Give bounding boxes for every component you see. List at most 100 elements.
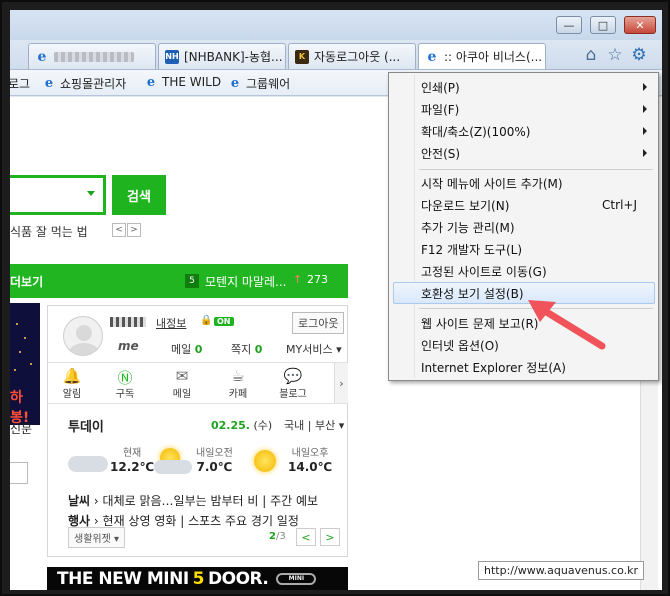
mini-logo: MINI <box>276 572 317 585</box>
ie-icon: e <box>37 48 47 65</box>
next-suggestion-button[interactable]: > <box>127 223 141 237</box>
side-label[interactable]: 신문 <box>10 420 32 437</box>
service-subscribe[interactable]: Ⓝ 구독 <box>105 367 145 400</box>
tab-bar: e NH [NHBANK]-농협... K 자동로그아웃 (... e :: 아… <box>10 40 662 70</box>
menu-item-about[interactable]: Internet Explorer 정보(A) <box>393 356 655 378</box>
today-date: 02.25. (수) <box>211 419 273 432</box>
service-blog[interactable]: 💬 블로그 <box>273 367 313 400</box>
ie-icon: e <box>427 48 437 65</box>
submenu-arrow-icon <box>643 149 647 157</box>
mail-stat[interactable]: 메일 0 <box>171 341 202 357</box>
page-indicator: 2/3 <box>269 531 286 542</box>
menu-item-safety[interactable]: 안전(S) <box>393 142 655 164</box>
region-select[interactable]: 국내 | 부산 ▾ <box>284 417 344 433</box>
ad-text-door: DOOR. <box>208 568 269 589</box>
tab-title-blurred <box>54 51 134 62</box>
rank-badge: 5 <box>185 274 199 288</box>
fav-label: 쇼핑몰관리자 <box>60 77 127 91</box>
cafe-icon: ☕ <box>231 367 245 385</box>
menu-separator <box>419 169 653 170</box>
ie-icon: e <box>44 76 54 91</box>
widget-button[interactable]: 생활위젯 ▾ <box>68 527 125 548</box>
close-button[interactable]: ✕ <box>624 16 656 34</box>
weather-tomorrow-pm[interactable]: 내일오후 14.0℃ <box>288 444 332 474</box>
gear-icon[interactable]: ⚙ <box>628 44 650 66</box>
fav-label: THE WILD <box>162 75 222 89</box>
tab-nhbank[interactable]: NH [NHBANK]-농협... <box>158 43 286 69</box>
more-link[interactable]: 더보기 <box>10 273 43 290</box>
cloud-icon <box>68 456 108 472</box>
menu-item-devtools[interactable]: F12 개발자 도구(L) <box>393 238 655 260</box>
fav-item-groupware[interactable]: e 그룹웨어 <box>228 75 290 92</box>
fav-item-thewild[interactable]: e THE WILD <box>144 75 222 90</box>
menu-item-addons[interactable]: 추가 기능 관리(M) <box>393 216 655 238</box>
service-mail[interactable]: ✉ 메일 <box>162 367 202 400</box>
ks-icon: K <box>295 49 309 64</box>
submenu-arrow-icon <box>643 127 647 135</box>
minimize-button[interactable]: — <box>556 16 582 34</box>
weather-news-line[interactable]: 날씨 › 대체로 맑음…일부는 밤부터 비 | 주간 예보 <box>68 492 318 509</box>
menu-item-zoom[interactable]: 확대/축소(Z)(100%) <box>393 120 655 142</box>
my-services-menu[interactable]: MY서비스 ▾ <box>286 341 342 357</box>
service-alert[interactable]: 🔔 알림 <box>52 367 92 400</box>
fav-label: 그룹웨어 <box>246 77 291 91</box>
menu-item-pinned[interactable]: 고정된 사이트로 이동(G) <box>393 260 655 282</box>
my-info-link[interactable]: 내정보 <box>156 315 186 331</box>
sun-icon <box>254 450 276 472</box>
mail-icon: ✉ <box>175 367 189 385</box>
trending-keyword[interactable]: 모텐지 마말레... <box>205 273 287 290</box>
annotation-arrow-icon <box>528 300 606 350</box>
submenu-arrow-icon <box>643 83 647 91</box>
maximize-button[interactable]: □ <box>590 16 616 34</box>
submenu-arrow-icon <box>643 105 647 113</box>
tab-aquavenus[interactable]: e :: 아쿠아 비너스(... <box>418 43 546 69</box>
user-name-blurred <box>110 317 146 327</box>
menu-item-downloads[interactable]: 다운로드 보기(N) Ctrl+J <box>393 194 655 216</box>
mini-ad-banner[interactable]: THE NEW MINI 5 DOOR. MINI <box>47 567 348 590</box>
fav-item-log[interactable]: 로그 <box>10 75 30 92</box>
screenshot-frame: — □ ✕ e NH [NHBANK]-농협... K 자동로그아웃 (... … <box>0 0 670 596</box>
home-icon[interactable]: ⌂ <box>580 44 602 66</box>
tab-label: [NHBANK]-농협... <box>184 50 283 64</box>
fav-item-shopadmin[interactable]: e 쇼핑몰관리자 <box>42 75 126 92</box>
ad-text: THE NEW MINI <box>57 568 189 589</box>
service-cafe[interactable]: ☕ 카페 <box>218 367 258 400</box>
menu-item-print[interactable]: 인쇄(P) <box>393 76 655 98</box>
login-panel: 내정보 🔒 ON 로그아웃 me 메일 0 쪽지 0 MY서비스 ▾ 🔔 알림 Ⓝ… <box>47 305 348 557</box>
menu-item-file[interactable]: 파일(F) <box>393 98 655 120</box>
search-button[interactable]: 검색 <box>112 175 166 215</box>
realtime-bar: 더보기 5 모텐지 마말레... ↑ 273 <box>10 264 348 298</box>
chevron-down-icon[interactable] <box>87 191 95 196</box>
trend-count: 273 <box>307 273 328 286</box>
next-button[interactable]: > <box>320 528 340 546</box>
tab-autologout[interactable]: K 자동로그아웃 (... <box>288 43 416 69</box>
chevron-right-icon[interactable]: › <box>334 363 348 403</box>
up-arrow-icon: ↑ <box>293 273 303 286</box>
browser-window: — □ ✕ e NH [NHBANK]-농협... K 자동로그아웃 (... … <box>10 10 662 590</box>
note-stat[interactable]: 쪽지 0 <box>231 341 262 357</box>
weather-now[interactable]: 현재 12.2℃ <box>110 444 154 474</box>
service-shortcuts: 🔔 알림 Ⓝ 구독 ✉ 메일 ☕ 카페 💬 블로그 › <box>48 362 348 404</box>
tab-label: 자동로그아웃 (... <box>314 50 401 64</box>
weather-tomorrow-am[interactable]: 내일오전 7.0℃ <box>196 444 233 474</box>
subscribe-icon: Ⓝ <box>117 369 133 387</box>
blog-icon: 💬 <box>283 367 303 385</box>
ad-text-five: 5 <box>192 568 205 589</box>
side-select[interactable] <box>10 462 28 484</box>
search-suggestion[interactable]: 식품 잘 먹는 법 <box>10 223 88 240</box>
side-ad-banner[interactable]: 하봉! <box>10 303 40 425</box>
tab-1[interactable]: e <box>28 43 156 69</box>
me-label[interactable]: me <box>118 339 139 353</box>
title-bar: — □ ✕ <box>10 10 662 40</box>
search-input[interactable] <box>10 175 106 215</box>
today-title: 투데이 <box>68 420 104 435</box>
avatar[interactable] <box>63 316 103 356</box>
prev-button[interactable]: < <box>296 528 316 546</box>
favorites-star-icon[interactable]: ☆ <box>604 44 626 66</box>
menu-item-add-start[interactable]: 시작 메뉴에 사이트 추가(M) <box>393 172 655 194</box>
on-badge[interactable]: ON <box>214 317 234 326</box>
prev-suggestion-button[interactable]: < <box>112 223 126 237</box>
lock-icon: 🔒 <box>200 315 213 326</box>
logout-button[interactable]: 로그아웃 <box>292 312 345 334</box>
tab-label: :: 아쿠아 비너스(... <box>444 50 543 64</box>
